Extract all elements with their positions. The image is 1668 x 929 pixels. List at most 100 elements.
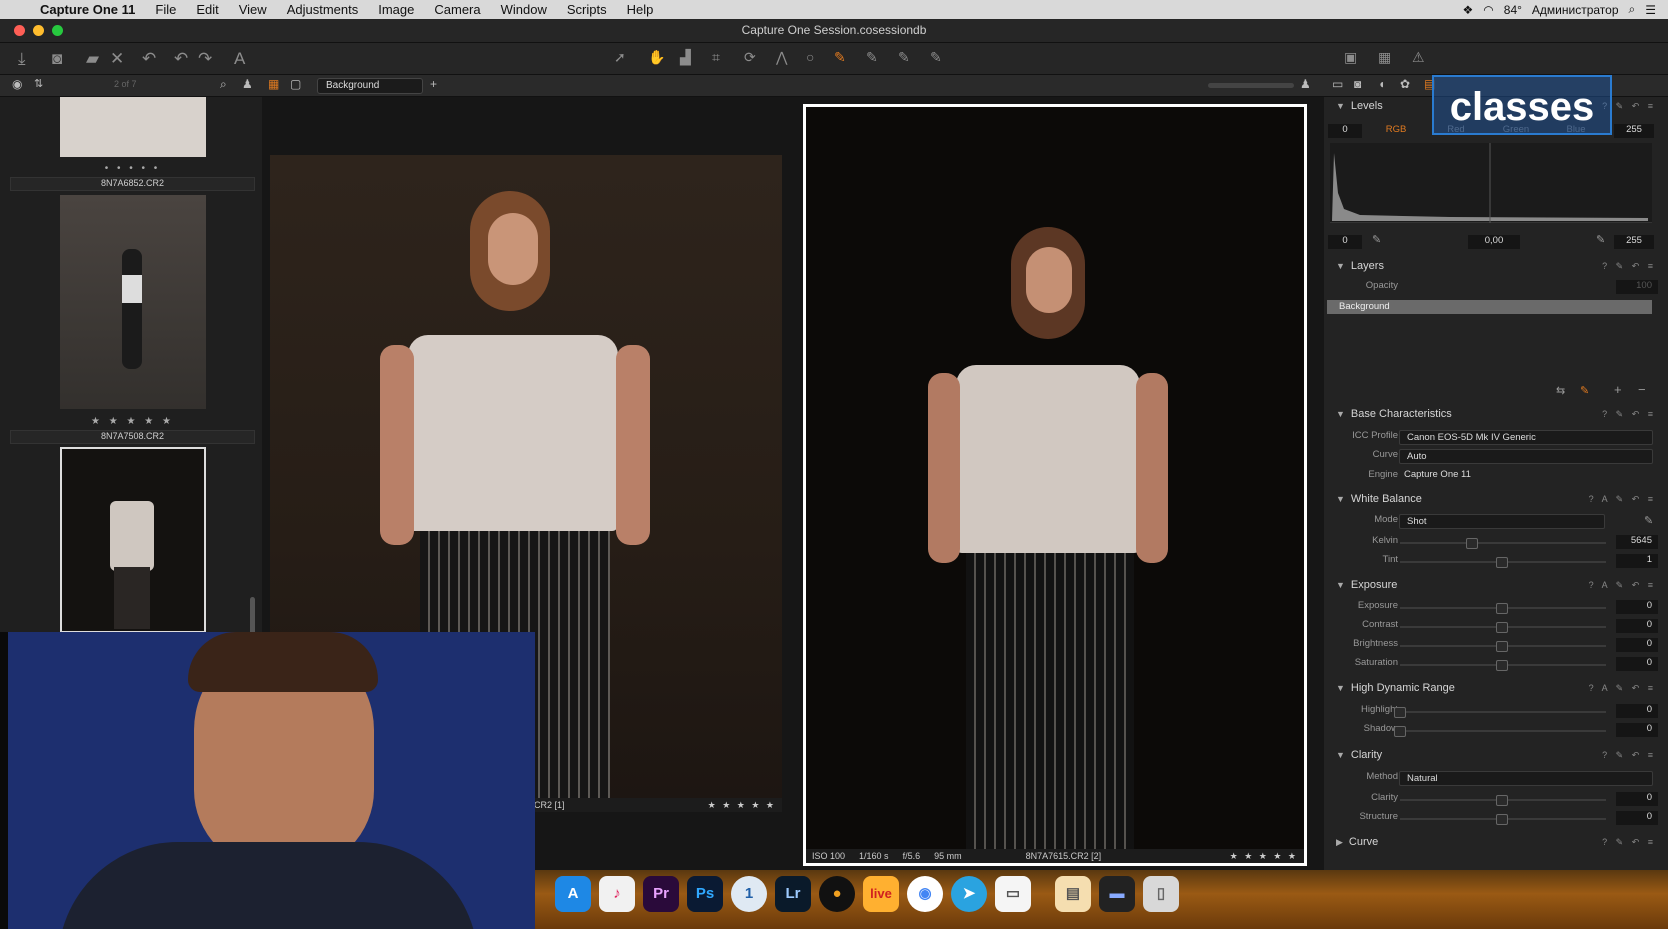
screen-icon[interactable]: ▬	[1099, 876, 1135, 912]
capture-one-icon[interactable]: ●	[819, 876, 855, 912]
menu-view[interactable]: View	[229, 2, 277, 17]
crop-tool-icon[interactable]: ⌗	[712, 49, 720, 66]
import-icon[interactable]: ⤓	[18, 49, 26, 69]
levels-input-low[interactable]: 0	[1328, 124, 1362, 138]
shadow-slider-knob[interactable]	[1394, 726, 1406, 737]
saturation-value[interactable]: 0	[1616, 657, 1658, 671]
kelvin-value[interactable]: 5645	[1616, 535, 1658, 549]
layer-background[interactable]: Background	[1327, 300, 1652, 314]
lightroom-icon[interactable]: Lr	[775, 876, 811, 912]
redo-icon[interactable]: ↷	[198, 49, 212, 69]
eraser-tool-icon[interactable]: ✎	[898, 49, 910, 66]
shadow-value[interactable]: 0	[1616, 723, 1658, 737]
exposure-value[interactable]: 0	[1616, 600, 1658, 614]
chrome-icon[interactable]: ◉	[907, 876, 943, 912]
structure-slider-knob[interactable]	[1496, 814, 1508, 825]
left-image-stars[interactable]: ★ ★ ★ ★ ★	[708, 800, 776, 811]
add-variant-icon[interactable]: +	[430, 77, 437, 91]
curve-section-header[interactable]: ▶ Curve? ✎ ↶ ≡	[1324, 834, 1668, 852]
app-store-icon[interactable]: A	[555, 876, 591, 912]
brightness-slider-knob[interactable]	[1496, 641, 1508, 652]
exposure-slider-knob[interactable]	[1496, 603, 1508, 614]
hdr-header[interactable]: ▼ High Dynamic Range? A ✎ ↶ ≡	[1324, 680, 1668, 698]
remove-layer-icon[interactable]: −	[1638, 382, 1646, 397]
dropbox-icon[interactable]: ❖	[1463, 3, 1474, 17]
highlight-track[interactable]	[1400, 711, 1606, 713]
curve-select[interactable]: Auto	[1399, 449, 1653, 464]
exposure-header[interactable]: ▼ Exposure? A ✎ ↶ ≡	[1324, 577, 1668, 595]
menu-edit[interactable]: Edit	[186, 2, 228, 17]
brightness-value[interactable]: 0	[1616, 638, 1658, 652]
layers-section-header[interactable]: ▼ Layers? ✎ ↶ ≡	[1324, 258, 1668, 276]
stamp-tool-icon[interactable]: ▟	[680, 49, 691, 66]
pointer-tool-icon[interactable]: ➚	[614, 49, 626, 66]
levels-output-high[interactable]: 255	[1614, 235, 1654, 249]
clarity-header[interactable]: ▼ Clarity? ✎ ↶ ≡	[1324, 747, 1668, 765]
photo-right-selected[interactable]	[803, 104, 1307, 866]
white-balance-header[interactable]: ▼ White Balance? A ✎ ↶ ≡	[1324, 491, 1668, 509]
pan-tool-icon[interactable]: ✋	[648, 49, 665, 66]
levels-histogram[interactable]	[1330, 143, 1652, 223]
menu-camera[interactable]: Camera	[424, 2, 490, 17]
person-icon[interactable]: ♟	[1300, 77, 1311, 91]
thumbnail-stars[interactable]: • • • • •	[10, 163, 255, 174]
premiere-icon[interactable]: Pr	[643, 876, 679, 912]
contrast-value[interactable]: 0	[1616, 619, 1658, 633]
icc-profile-select[interactable]: Canon EOS-5D Mk IV Generic	[1399, 430, 1653, 445]
reset-icon[interactable]: ↶	[142, 49, 156, 69]
trash-icon[interactable]: ▯	[1143, 876, 1179, 912]
color-tab-icon[interactable]: ✿	[1400, 77, 1410, 91]
menu-help[interactable]: Help	[617, 2, 664, 17]
sort-icon[interactable]: ⇅	[34, 77, 43, 90]
search-icon[interactable]: ⌕	[220, 77, 227, 92]
capture-tab-icon[interactable]: ◙	[1354, 77, 1361, 91]
delete-icon[interactable]: ✕	[110, 49, 124, 69]
gradient-tool-icon[interactable]: ✎	[866, 49, 878, 66]
warning-icon[interactable]: ⚠	[1412, 49, 1425, 66]
right-image-stars[interactable]: ★ ★ ★ ★ ★	[1230, 851, 1298, 861]
add-layer-icon[interactable]: +	[1614, 382, 1622, 397]
thumbnail-image[interactable]	[60, 97, 206, 157]
variant-select[interactable]: Background	[317, 78, 423, 94]
base-characteristics-header[interactable]: ▼ Base Characteristics? ✎ ↶ ≡	[1324, 406, 1668, 424]
levels-output-low[interactable]: 0	[1328, 235, 1362, 249]
menu-file[interactable]: File	[145, 2, 186, 17]
adjust-icon[interactable]: ⇆	[1556, 384, 1565, 397]
eyedropper-icon[interactable]: ✎	[1372, 233, 1381, 246]
grid-icon[interactable]: ▦	[1378, 49, 1391, 66]
thumbnail-image-selected[interactable]	[60, 447, 206, 633]
telegram-icon[interactable]: ➤	[951, 876, 987, 912]
brush-tool-icon[interactable]: ✎	[834, 49, 846, 66]
menu-adjustments[interactable]: Adjustments	[277, 2, 369, 17]
highlight-slider-knob[interactable]	[1394, 707, 1406, 718]
kelvin-track[interactable]	[1400, 542, 1606, 544]
wb-picker-icon[interactable]: ✎	[1644, 514, 1653, 527]
clarity-value[interactable]: 0	[1616, 792, 1658, 806]
contrast-slider-knob[interactable]	[1496, 622, 1508, 633]
clarity-slider-knob[interactable]	[1496, 795, 1508, 806]
list-icon[interactable]: ☰	[1645, 3, 1656, 17]
folder-icon[interactable]: ▰	[86, 49, 99, 69]
wifi-icon[interactable]: ◠	[1483, 3, 1493, 17]
shadow-track[interactable]	[1400, 730, 1606, 732]
menu-window[interactable]: Window	[491, 2, 557, 17]
viewer-icon[interactable]: ▣	[1344, 49, 1357, 66]
thumbnail-image[interactable]	[60, 195, 206, 409]
live-app-icon[interactable]: live	[863, 876, 899, 912]
1password-icon[interactable]: 1	[731, 876, 767, 912]
eyedropper-icon[interactable]: ✎	[1596, 233, 1605, 246]
saturation-slider-knob[interactable]	[1496, 660, 1508, 671]
eye-icon[interactable]: ◉	[12, 77, 22, 91]
thumbnail-size-slider[interactable]	[1208, 83, 1294, 88]
thumbnail-stars[interactable]: ★ ★ ★ ★ ★	[10, 416, 255, 427]
levels-input-high[interactable]: 255	[1614, 124, 1654, 138]
single-view-icon[interactable]: ▢	[290, 77, 301, 91]
grid-view-icon[interactable]: ▦	[268, 77, 279, 91]
user-name[interactable]: Администратор	[1532, 3, 1619, 17]
undo-icon[interactable]: ↶	[174, 49, 188, 69]
tint-slider-knob[interactable]	[1496, 557, 1508, 568]
camera-icon[interactable]: ◙	[52, 49, 62, 69]
keynote-icon[interactable]: ▭	[995, 876, 1031, 912]
library-tab-icon[interactable]: ▭	[1332, 77, 1343, 91]
kelvin-slider-knob[interactable]	[1466, 538, 1478, 549]
